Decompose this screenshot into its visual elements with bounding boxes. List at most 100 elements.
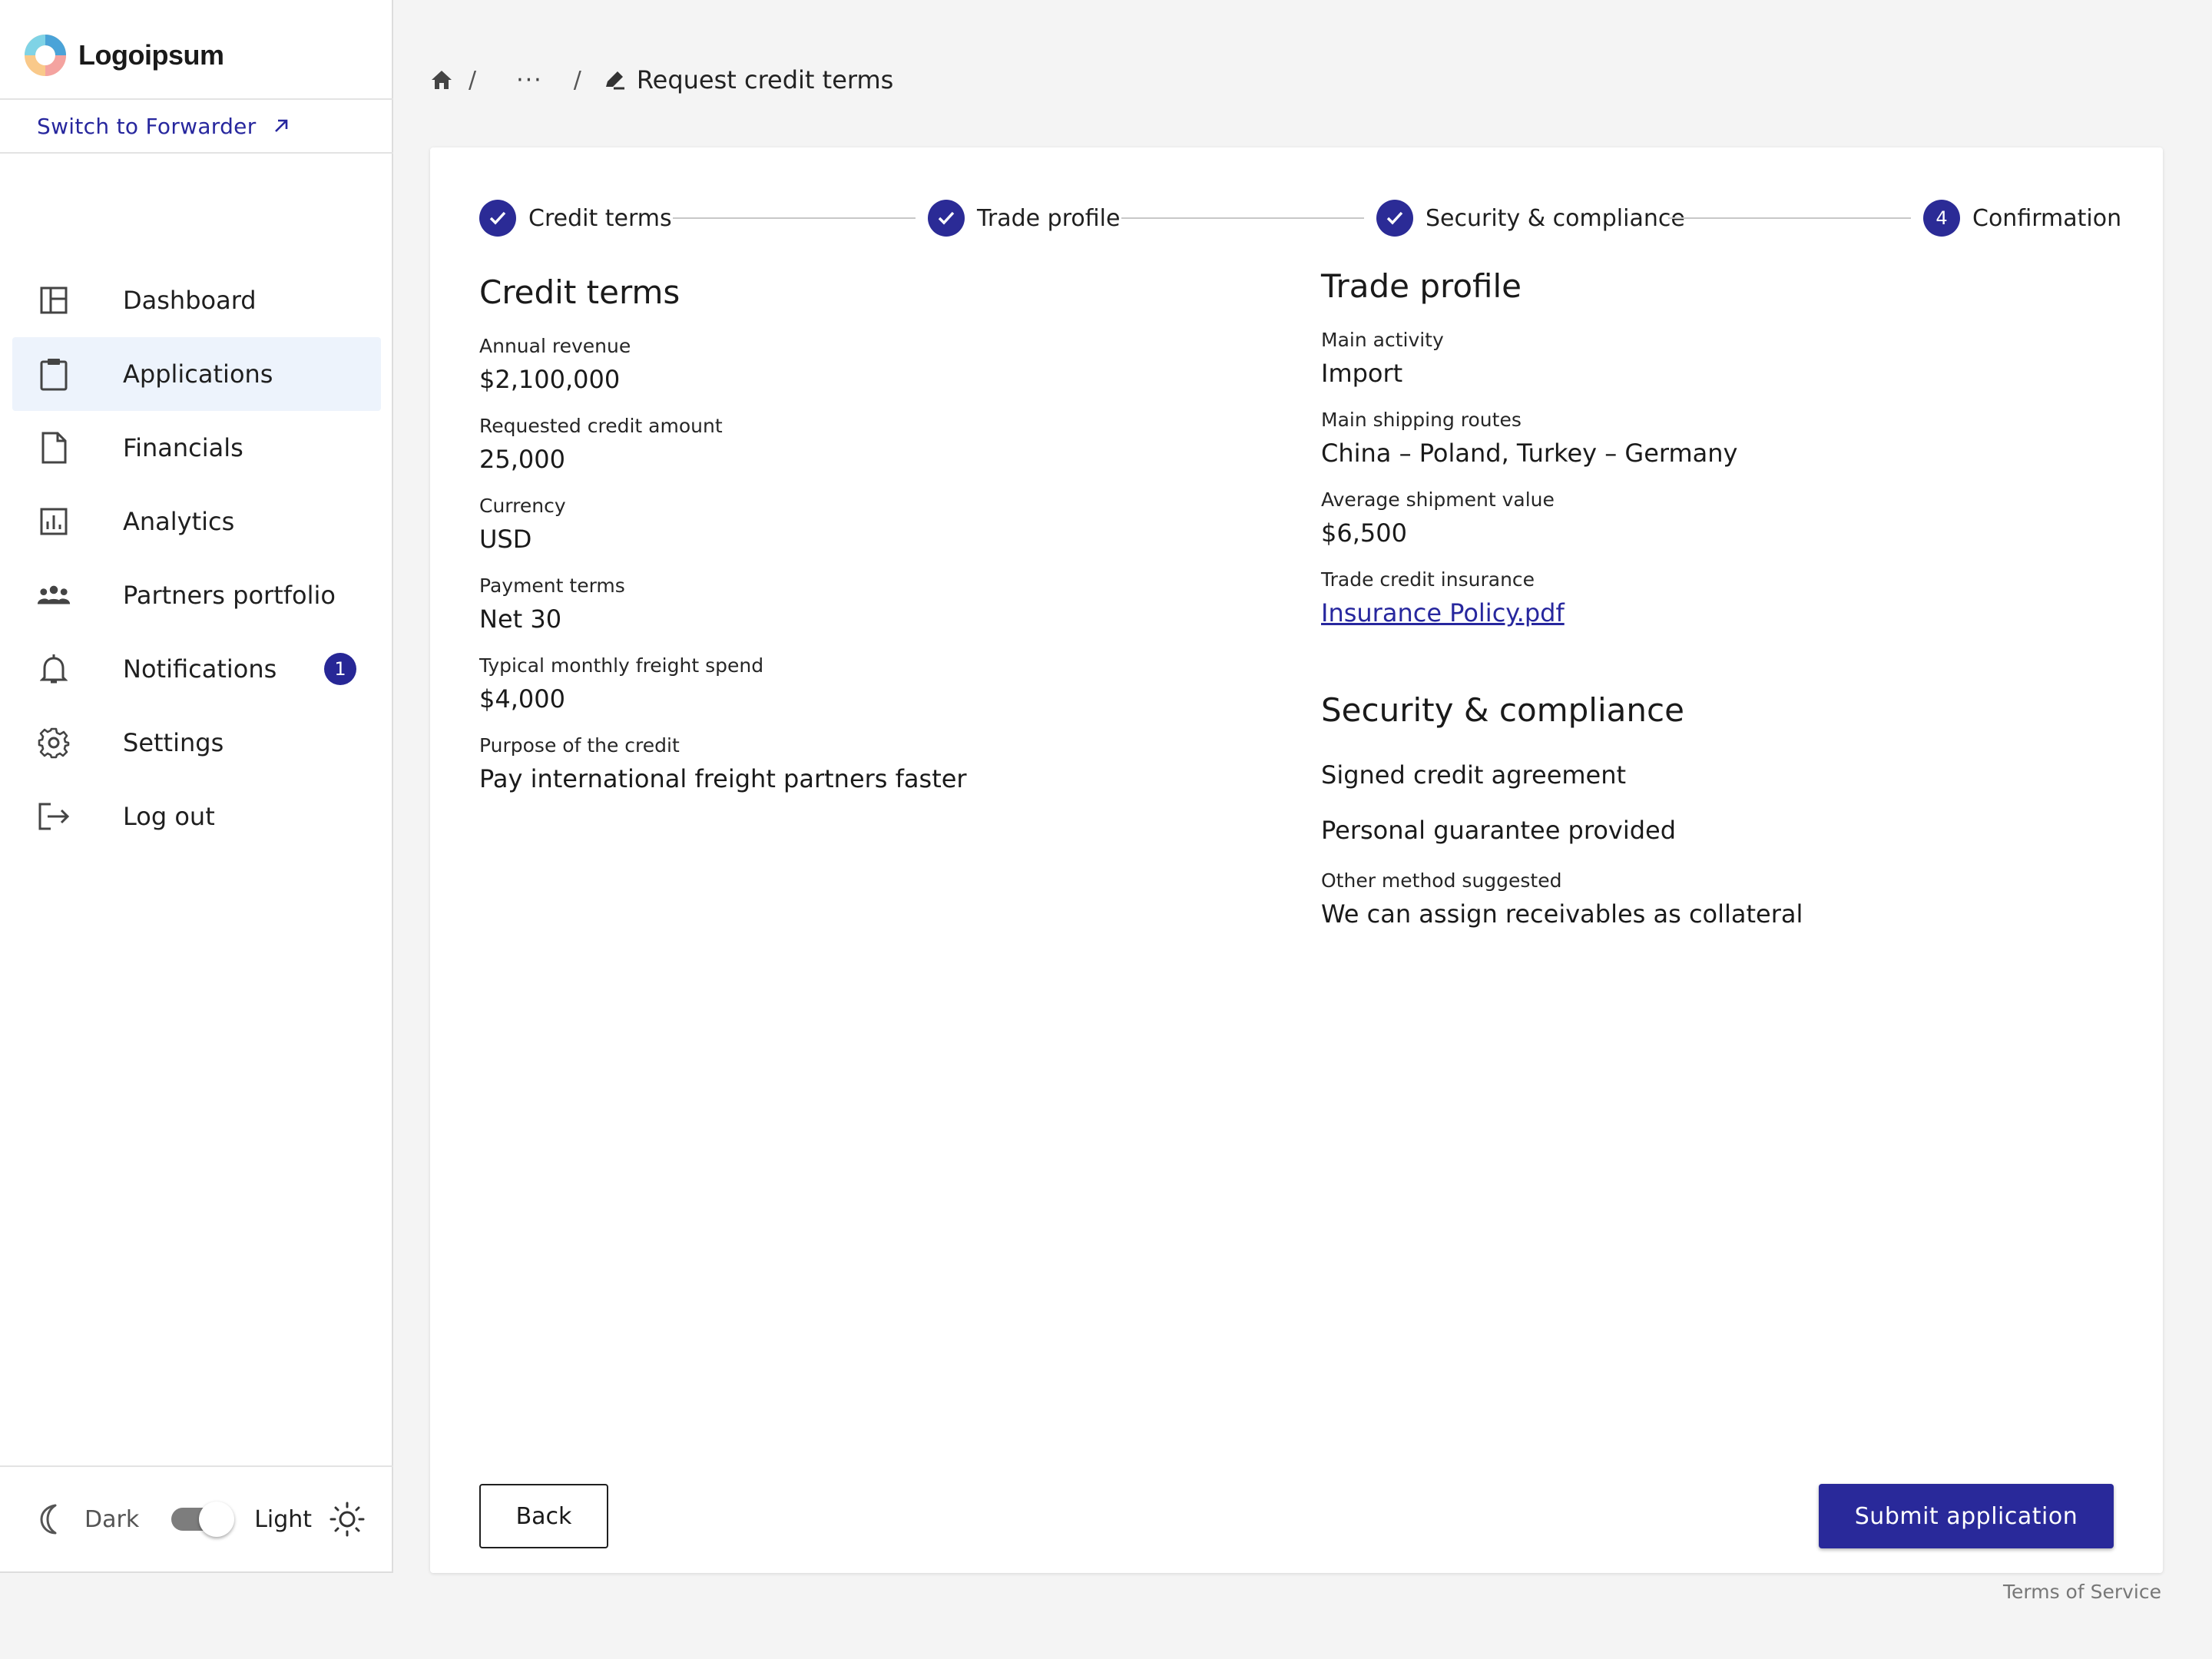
group-icon: [37, 578, 71, 612]
switch-to-forwarder-label: Switch to Forwarder: [37, 113, 257, 139]
field-label: Average shipment value: [1321, 488, 1555, 511]
sidebar-divider: [0, 152, 393, 154]
step-confirmation[interactable]: 4 Confirmation: [1923, 194, 2121, 243]
section-title: Trade profile: [1321, 267, 1522, 305]
terms-of-service-link[interactable]: Terms of Service: [2003, 1581, 2161, 1603]
field-value: $4,000: [479, 684, 565, 714]
security-compliance-section: Security & compliance Signed credit agre…: [1321, 691, 2120, 1091]
section-title: Security & compliance: [1321, 691, 1684, 729]
step-credit-terms[interactable]: Credit terms: [479, 194, 672, 243]
step-connector: [673, 217, 916, 219]
sidebar-divider: [0, 1465, 393, 1467]
trade-profile-section: Trade profile Main activity Import Main …: [1321, 267, 2120, 697]
field-value: 25,000: [479, 445, 565, 474]
sidebar-item-label: Settings: [123, 728, 224, 757]
switch-to-forwarder-link[interactable]: Switch to Forwarder: [37, 109, 290, 143]
theme-light-label: Light: [254, 1505, 313, 1533]
field-value: USD: [479, 525, 532, 554]
arrow-up-right-icon: [274, 119, 287, 132]
sidebar-item-analytics[interactable]: Analytics: [12, 485, 381, 558]
field-credit-purpose: Purpose of the credit Pay international …: [479, 734, 967, 793]
submit-application-button[interactable]: Submit application: [1819, 1484, 2114, 1548]
check-icon: [1376, 200, 1413, 237]
field-label: Payment terms: [479, 575, 625, 597]
breadcrumb-separator: /: [469, 66, 477, 94]
breadcrumb-separator: /: [573, 66, 581, 94]
field-label: Other method suggested: [1321, 869, 1562, 892]
field-label: Currency: [479, 495, 566, 517]
moon-icon: [40, 1504, 57, 1535]
step-label: Security & compliance: [1426, 204, 1685, 232]
sidebar-item-settings[interactable]: Settings: [12, 706, 381, 780]
field-value: $6,500: [1321, 518, 1407, 548]
field-value: Pay international freight partners faste…: [479, 764, 967, 793]
field-label: Requested credit amount: [479, 415, 723, 437]
theme-switcher: Dark Light: [35, 1498, 366, 1541]
step-label: Confirmation: [1972, 204, 2122, 232]
step-number: 4: [1923, 200, 1960, 237]
section-title: Credit terms: [479, 273, 680, 311]
field-value: We can assign receivables as collateral: [1321, 899, 1803, 929]
edit-icon: [605, 71, 624, 90]
theme-toggle[interactable]: [171, 1502, 235, 1537]
logout-icon: [37, 800, 71, 833]
sidebar-item-label: Dashboard: [123, 286, 257, 315]
step-trade-profile[interactable]: Trade profile: [928, 194, 1120, 243]
step-connector: [1121, 217, 1364, 219]
brand-name: Logoipsum: [78, 39, 224, 71]
sidebar-nav: Dashboard Applications Financials Analyt…: [12, 263, 381, 853]
step-label: Credit terms: [528, 204, 672, 232]
field-average-shipment-value: Average shipment value $6,500: [1321, 488, 1555, 548]
check-icon: [928, 200, 965, 237]
field-main-activity: Main activity Import: [1321, 329, 1444, 388]
field-label: Trade credit insurance: [1321, 568, 1535, 591]
logo-mark-icon: [25, 35, 66, 76]
sidebar-item-applications[interactable]: Applications: [12, 337, 381, 411]
step-connector: [1668, 217, 1911, 219]
field-currency: Currency USD: [479, 495, 566, 554]
check-icon: [479, 200, 516, 237]
back-button[interactable]: Back: [479, 1484, 608, 1548]
dashboard-icon: [37, 283, 71, 317]
home-icon[interactable]: [430, 69, 453, 91]
field-payment-terms: Payment terms Net 30: [479, 575, 625, 634]
field-value: Import: [1321, 359, 1403, 388]
gear-icon: [37, 726, 71, 760]
field-requested-credit-amount: Requested credit amount 25,000: [479, 415, 723, 474]
sidebar-item-financials[interactable]: Financials: [12, 411, 381, 485]
brand-logo[interactable]: Logoipsum: [23, 34, 224, 77]
sidebar-item-partners-portfolio[interactable]: Partners portfolio: [12, 558, 381, 632]
sidebar-divider: [0, 98, 393, 100]
sidebar-item-label: Notifications: [123, 654, 277, 684]
bar-chart-icon: [37, 505, 71, 538]
stepper: Credit terms Trade profile Security & co…: [479, 194, 2121, 243]
field-shipping-routes: Main shipping routes China – Poland, Tur…: [1321, 409, 1737, 468]
sun-icon: [329, 1502, 365, 1537]
insurance-policy-link[interactable]: Insurance Policy.pdf: [1321, 598, 1565, 628]
step-security-compliance[interactable]: Security & compliance: [1376, 194, 1685, 243]
sidebar-item-log-out[interactable]: Log out: [12, 780, 381, 853]
security-item: Signed credit agreement: [1321, 760, 1627, 790]
theme-toggle-knob: [199, 1502, 235, 1537]
review-card: Credit terms Trade profile Security & co…: [430, 147, 2163, 1573]
sidebar-item-label: Analytics: [123, 507, 235, 536]
breadcrumb-ellipsis[interactable]: ···: [516, 67, 543, 94]
field-label: Purpose of the credit: [479, 734, 680, 757]
sidebar-item-label: Partners portfolio: [123, 581, 336, 610]
field-value: China – Poland, Turkey – Germany: [1321, 439, 1738, 468]
field-annual-revenue: Annual revenue $2,100,000: [479, 335, 631, 394]
sidebar-item-dashboard[interactable]: Dashboard: [12, 263, 381, 337]
sidebar: Logoipsum Switch to Forwarder Dashboard …: [0, 0, 393, 1573]
bell-icon: [37, 652, 71, 686]
step-label: Trade profile: [977, 204, 1121, 232]
security-item: Personal guarantee provided: [1321, 816, 1677, 845]
field-value: Net 30: [479, 604, 562, 634]
breadcrumb: / ··· / Request credit terms: [430, 60, 893, 100]
sidebar-item-label: Applications: [123, 359, 273, 389]
field-trade-credit-insurance: Trade credit insurance Insurance Policy.…: [1321, 568, 1565, 628]
sidebar-item-notifications[interactable]: Notifications 1: [12, 632, 381, 706]
field-value: $2,100,000: [479, 365, 621, 394]
document-icon: [37, 431, 71, 465]
field-label: Main activity: [1321, 329, 1444, 351]
field-label: Annual revenue: [479, 335, 631, 357]
